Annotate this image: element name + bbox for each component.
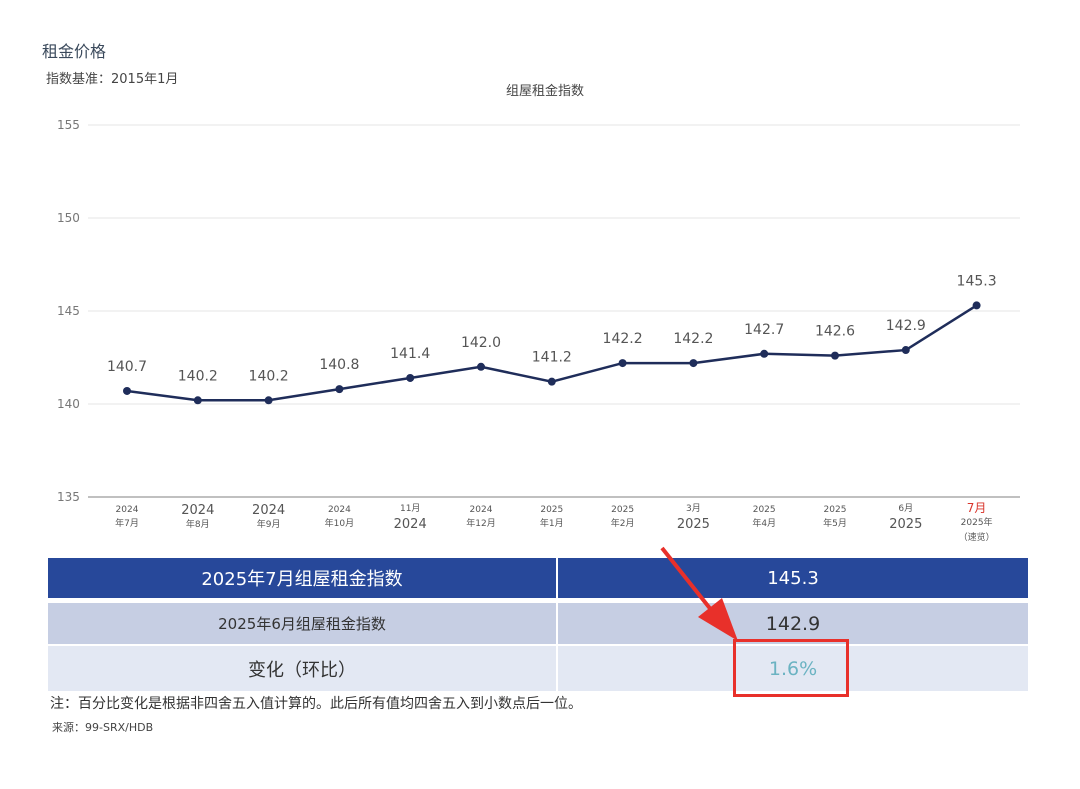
data-label: 145.3 xyxy=(957,273,997,289)
x-tick-label: 年5月 xyxy=(823,517,847,529)
x-tick-label: 2024 xyxy=(394,517,427,532)
table-row-label: 2025年7月组屋租金指数 xyxy=(48,558,556,598)
x-tick-label: 年12月 xyxy=(466,517,495,529)
x-tick-label: 2025年 xyxy=(961,516,993,528)
y-tick-label: 140 xyxy=(57,397,80,411)
data-label: 142.7 xyxy=(744,322,784,338)
data-point xyxy=(547,377,556,386)
source-label: 来源：99-SRX/HDB xyxy=(52,721,154,734)
data-point xyxy=(689,359,698,368)
x-tick-label: 2025 xyxy=(753,505,776,515)
data-label: 142.6 xyxy=(815,324,855,340)
data-point xyxy=(901,346,910,355)
data-label: 142.0 xyxy=(461,335,501,351)
x-tick-label: 年9月 xyxy=(257,518,281,530)
x-tick-label: 2024 xyxy=(328,505,351,515)
x-tick-label: 2025 xyxy=(824,505,847,515)
x-tick-label: 年4月 xyxy=(752,517,776,529)
table-row: 变化（环比） 1.6% xyxy=(48,646,1028,691)
data-label: 140.8 xyxy=(319,357,359,373)
x-tick-label: 2025 xyxy=(611,505,634,515)
y-tick-label: 145 xyxy=(57,304,80,318)
x-tick-label: 2024 xyxy=(181,503,214,518)
x-tick-label: 年1月 xyxy=(540,517,564,529)
rent-index-line-chart: 135 140 145 150 155 140.7 140.2 140.2 140.8 141.4… xyxy=(57,118,1020,543)
data-point xyxy=(760,349,769,358)
y-tick-label: 150 xyxy=(57,211,80,225)
x-tick-label: 6月 xyxy=(898,503,913,514)
table-row-label: 2025年6月组屋租金指数 xyxy=(48,603,556,644)
x-tick-label: 2025 xyxy=(889,517,922,532)
data-label: 142.2 xyxy=(673,331,713,347)
y-tick-label: 155 xyxy=(57,118,80,132)
x-tick-label: 3月 xyxy=(686,503,701,514)
table-row: 2025年7月组屋租金指数 145.3 xyxy=(48,558,1028,598)
data-label: 140.2 xyxy=(178,368,218,384)
x-tick-label: 年10月 xyxy=(325,517,354,529)
table-row-value: 142.9 xyxy=(558,603,1028,644)
x-tick-label: 11月 xyxy=(400,503,420,514)
x-tick-label: 2025 xyxy=(540,505,563,515)
data-label: 141.2 xyxy=(532,350,572,366)
data-label: 142.2 xyxy=(603,331,643,347)
data-point xyxy=(972,301,981,310)
data-point xyxy=(123,386,131,395)
data-label: 142.9 xyxy=(886,318,926,334)
x-tick-label: 年7月 xyxy=(115,517,139,529)
data-point xyxy=(618,359,627,368)
x-tick-label: 2025 xyxy=(677,517,710,532)
data-point xyxy=(477,362,485,371)
data-label: 140.7 xyxy=(107,359,147,375)
footnote: 注：百分比变化是根据非四舍五入值计算的。此后所有值均四舍五入到小数点后一位。 xyxy=(50,696,582,712)
data-point xyxy=(406,373,415,382)
x-tick-label: （速览） xyxy=(959,531,995,543)
y-tick-label: 135 xyxy=(57,490,80,504)
x-tick-label: 年8月 xyxy=(186,518,210,530)
data-point xyxy=(193,396,202,405)
data-point xyxy=(264,396,273,405)
data-point xyxy=(335,385,344,394)
table-row-label: 变化（环比） xyxy=(48,646,556,691)
data-point xyxy=(831,351,839,360)
x-tick-label: 7月 xyxy=(967,501,987,515)
x-tick-label: 2024 xyxy=(252,503,285,518)
x-tick-label: 2024 xyxy=(470,505,493,515)
table-row-value: 145.3 xyxy=(558,558,1028,598)
table-row: 2025年6月组屋租金指数 142.9 xyxy=(48,603,1028,644)
data-label: 140.2 xyxy=(249,368,289,384)
x-tick-label: 年2月 xyxy=(611,517,635,529)
highlight-box xyxy=(733,639,849,697)
x-tick-label: 2024 xyxy=(116,505,139,515)
data-label: 141.4 xyxy=(390,346,430,362)
